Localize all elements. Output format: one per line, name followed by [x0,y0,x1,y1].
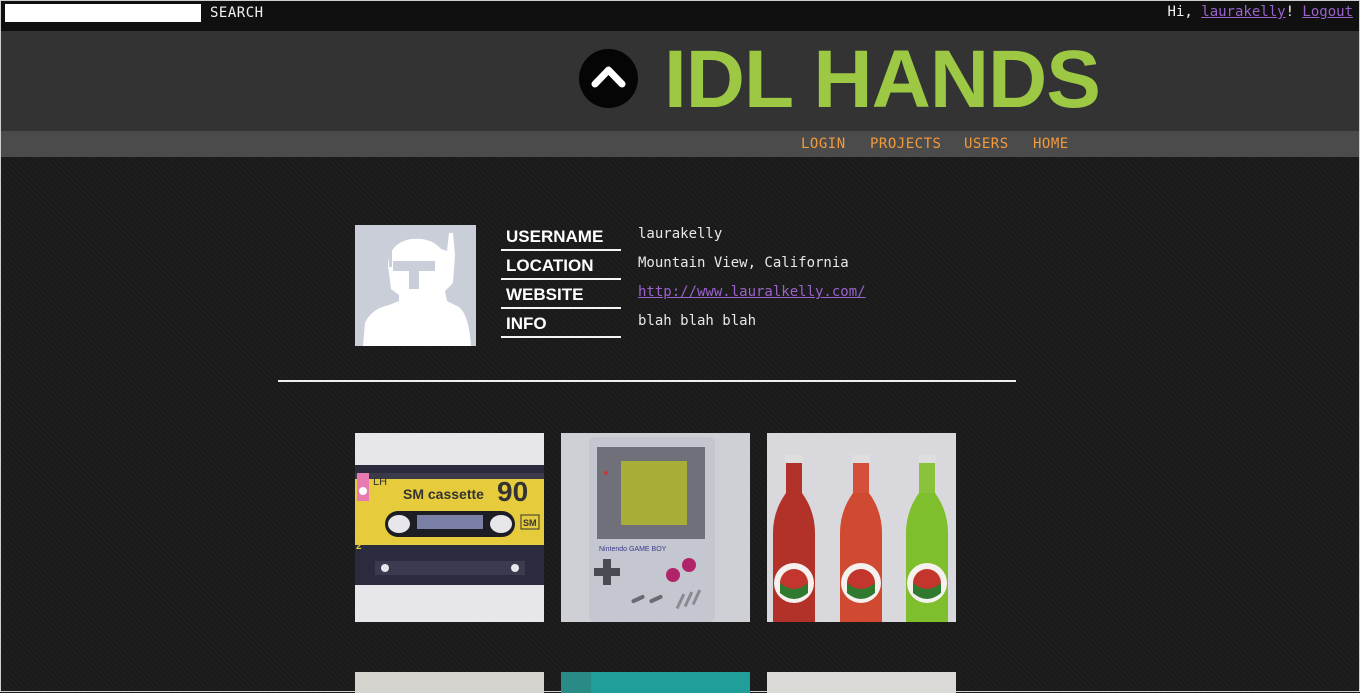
logout-link[interactable]: Logout [1302,4,1353,20]
info-label: INFO [501,312,621,338]
main-nav: LOGIN PROJECTS USERS HOME [1,131,1359,157]
cassette-side-text: 2 [356,541,362,552]
user-greeting: Hi, laurakelly! Logout [1168,4,1353,20]
username-link[interactable]: laurakelly [1201,4,1285,20]
gameboy-thumbnail[interactable]: Nintendo GAME BOY [561,433,750,622]
greeting-prefix: Hi, [1167,4,1202,20]
location-label: LOCATION [501,254,621,280]
cassette-lh-text: LH [373,476,387,488]
site-header: IDL HANDS [1,31,1359,131]
cassette-thumbnail[interactable]: LH SM cassette 90 SM 2 [355,433,544,622]
nav-login[interactable]: LOGIN [801,136,846,152]
nav-home[interactable]: HOME [1033,136,1069,152]
username-label: USERNAME [501,225,621,251]
cassette-brand-text: SM cassette [403,486,484,502]
username-value: laurakelly [638,226,723,242]
helmet-silhouette-icon [355,225,476,346]
nav-projects[interactable]: PROJECTS [870,136,941,152]
site-title[interactable]: IDL HANDS [664,37,1101,123]
location-value: Mountain View, California [638,255,849,271]
search-button[interactable]: SEARCH [210,5,264,21]
project-thumbnail-4[interactable] [355,672,544,693]
website-link[interactable]: http://www.lauralkelly.com/ [638,284,866,300]
chevron-up-icon[interactable] [579,49,638,108]
project-thumbnail-6[interactable] [767,672,956,693]
info-value: blah blah blah [638,313,757,329]
cassette-90-text: 90 [497,476,528,507]
avatar [355,225,476,346]
greeting-suffix: ! [1285,4,1303,20]
nav-users[interactable]: USERS [964,136,1009,152]
section-divider [278,380,1016,382]
website-label: WEBSITE [501,283,621,309]
search-input[interactable] [5,4,201,22]
gameboy-brand-text: Nintendo GAME BOY [599,546,667,553]
cassette-sm-badge: SM [523,518,537,528]
project-thumbnail-5[interactable] [561,672,750,693]
soda-bottles-thumbnail[interactable] [767,433,956,622]
top-bar: SEARCH Hi, laurakelly! Logout [1,1,1359,31]
